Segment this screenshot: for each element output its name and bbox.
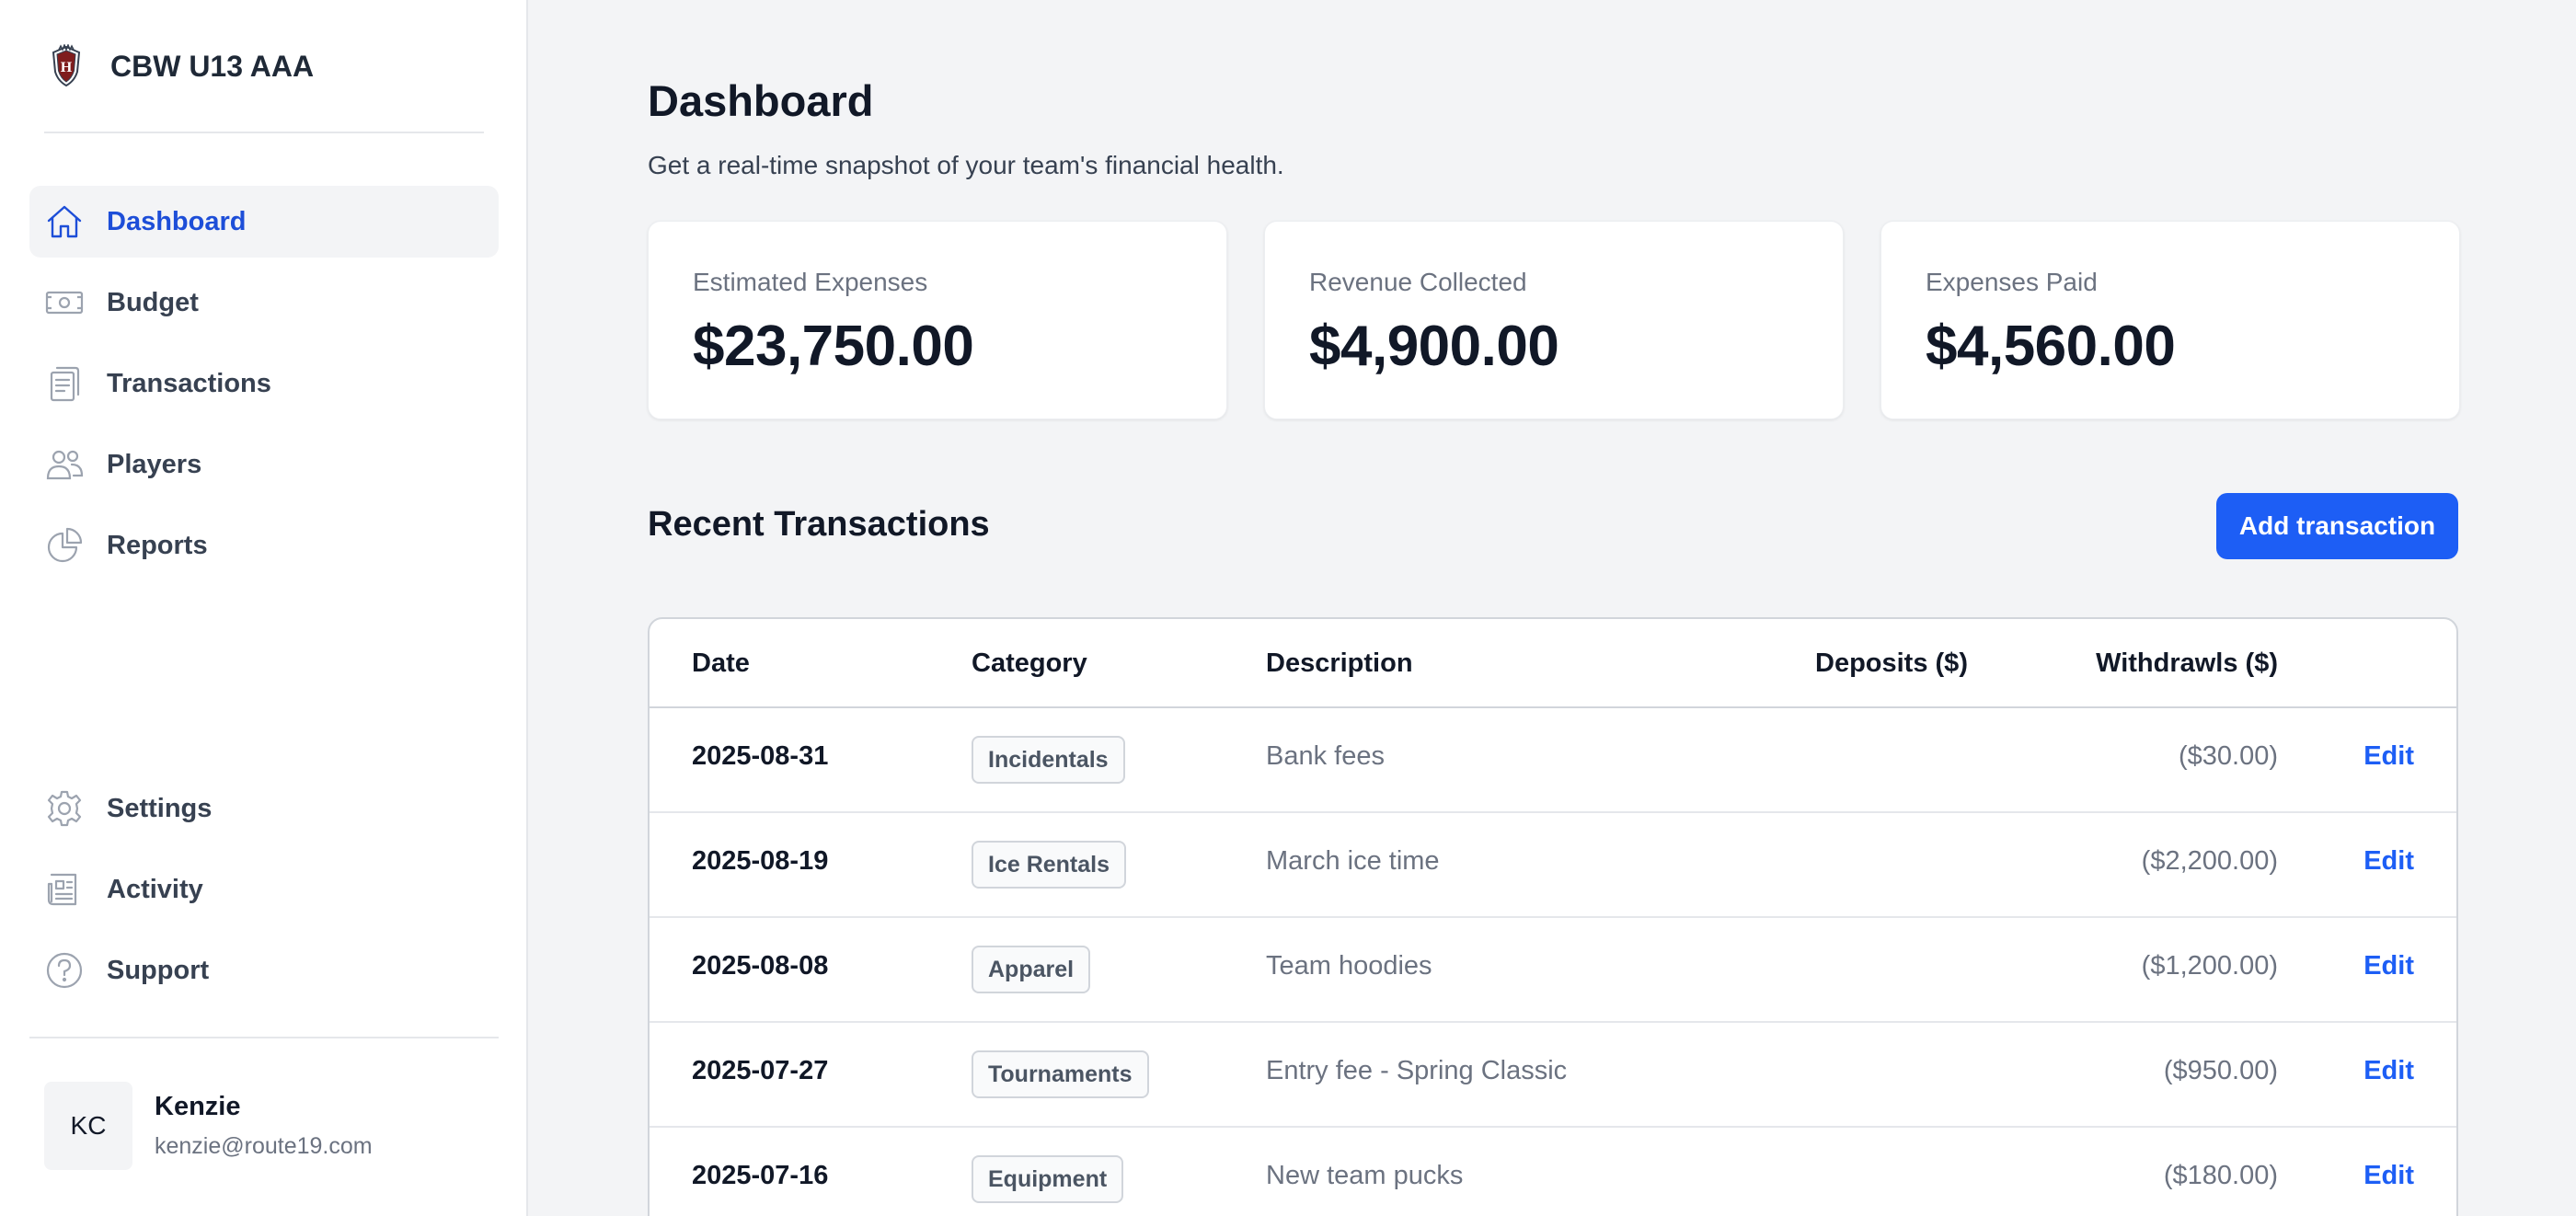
recent-transactions-title: Recent Transactions [648,505,990,544]
column-header-category[interactable]: Category [972,648,1087,679]
avatar: KC [44,1082,132,1170]
stat-value: $4,900.00 [1309,315,1559,378]
transaction-description: Entry fee - Spring Classic [1266,1056,1568,1085]
nav-item-players[interactable]: Players [29,429,499,500]
page-subtitle: Get a real-time snapshot of your team's … [648,151,1284,179]
transaction-description: Bank fees [1266,741,1385,771]
transaction-date: 2025-07-27 [692,1056,829,1085]
add-transaction-button[interactable]: Add transaction [2216,493,2458,559]
pie-chart-icon [44,525,85,566]
nav-label: Reports [107,530,208,560]
nav-item-activity[interactable]: Activity [29,854,499,925]
column-header-description[interactable]: Description [1266,648,1413,679]
nav-item-settings[interactable]: Settings [29,773,499,844]
cash-icon [44,282,85,323]
nav-label: Budget [107,287,199,317]
table-row: 2025-08-19 Ice Rentals March ice time ($… [650,813,2456,918]
edit-link[interactable]: Edit [2363,1161,2414,1191]
table-header: Date Category Description Deposits ($) W… [650,619,2456,708]
user-name: Kenzie [155,1092,241,1121]
nav-item-dashboard[interactable]: Dashboard [29,186,499,258]
transaction-withdrawal: ($180.00) [2163,1161,2278,1190]
page-title: Dashboard [648,76,874,125]
team-name: CBW U13 AAA [110,49,315,83]
user-profile[interactable]: KC Kenzie kenzie@route19.com [44,1082,373,1170]
edit-link[interactable]: Edit [2363,1056,2414,1086]
stat-card-revenue-collected: Revenue Collected $4,900.00 [1264,221,1844,419]
category-badge: Incidentals [972,736,1125,784]
users-icon [44,444,85,485]
stat-card-expenses-paid: Expenses Paid $4,560.00 [1880,221,2460,419]
sidebar: H CBW U13 AAA Dashboard Budget Transacti… [0,0,528,1216]
transactions-table: Date Category Description Deposits ($) W… [648,617,2458,1216]
transaction-date: 2025-07-16 [692,1161,829,1190]
transaction-withdrawal: ($950.00) [2163,1056,2278,1085]
stat-card-estimated-expenses: Estimated Expenses $23,750.00 [648,221,1227,419]
category-badge: Tournaments [972,1050,1149,1098]
category-badge: Equipment [972,1155,1124,1203]
transaction-date: 2025-08-19 [692,846,829,876]
nav-label: Dashboard [107,206,247,236]
column-header-deposits[interactable]: Deposits ($) [1815,648,1968,679]
nav-label: Support [107,955,210,985]
table-row: 2025-07-16 Equipment New team pucks ($18… [650,1128,2456,1216]
team-crest-icon: H [52,44,81,87]
brand[interactable]: H CBW U13 AAA [44,44,314,88]
transaction-description: Team hoodies [1266,951,1432,981]
primary-nav: Dashboard Budget Transactions Players Re… [29,186,499,591]
nav-item-budget[interactable]: Budget [29,267,499,338]
transaction-withdrawal: ($30.00) [2178,741,2278,771]
nav-label: Players [107,449,202,479]
clipboard-icon [44,363,85,404]
svg-text:H: H [61,60,73,75]
transaction-withdrawal: ($2,200.00) [2141,846,2278,876]
stat-label: Estimated Expenses [693,268,928,296]
stat-value: $23,750.00 [693,315,974,378]
edit-link[interactable]: Edit [2363,951,2414,981]
question-icon [44,950,85,991]
stat-label: Revenue Collected [1309,268,1527,296]
edit-link[interactable]: Edit [2363,741,2414,772]
nav-label: Activity [107,874,203,904]
nav-label: Transactions [107,368,271,398]
brand-divider [44,132,484,133]
edit-link[interactable]: Edit [2363,846,2414,877]
table-row: 2025-07-27 Tournaments Entry fee - Sprin… [650,1023,2456,1128]
newspaper-icon [44,869,85,910]
transaction-withdrawal: ($1,200.00) [2141,951,2278,981]
stat-label: Expenses Paid [1926,268,2098,296]
transaction-date: 2025-08-08 [692,951,829,981]
user-email: kenzie@route19.com [155,1133,373,1159]
column-header-date[interactable]: Date [692,648,750,679]
nav-label: Settings [107,793,213,823]
stat-value: $4,560.00 [1926,315,2176,378]
transaction-date: 2025-08-31 [692,741,829,771]
gear-icon [44,788,85,829]
secondary-nav: Settings Activity Support [29,773,499,1015]
transaction-description: March ice time [1266,846,1440,876]
nav-item-reports[interactable]: Reports [29,510,499,581]
column-header-withdrawals[interactable]: Withdrawls ($) [2096,648,2278,679]
transaction-description: New team pucks [1266,1161,1464,1190]
stats-row: Estimated Expenses $23,750.00 Revenue Co… [648,221,2460,419]
table-row: 2025-08-31 Incidentals Bank fees ($30.00… [650,708,2456,813]
nav-item-support[interactable]: Support [29,935,499,1006]
category-badge: Apparel [972,946,1091,993]
category-badge: Ice Rentals [972,841,1127,889]
home-icon [44,201,85,242]
user-divider [29,1037,499,1038]
nav-item-transactions[interactable]: Transactions [29,348,499,419]
table-row: 2025-08-08 Apparel Team hoodies ($1,200.… [650,918,2456,1023]
